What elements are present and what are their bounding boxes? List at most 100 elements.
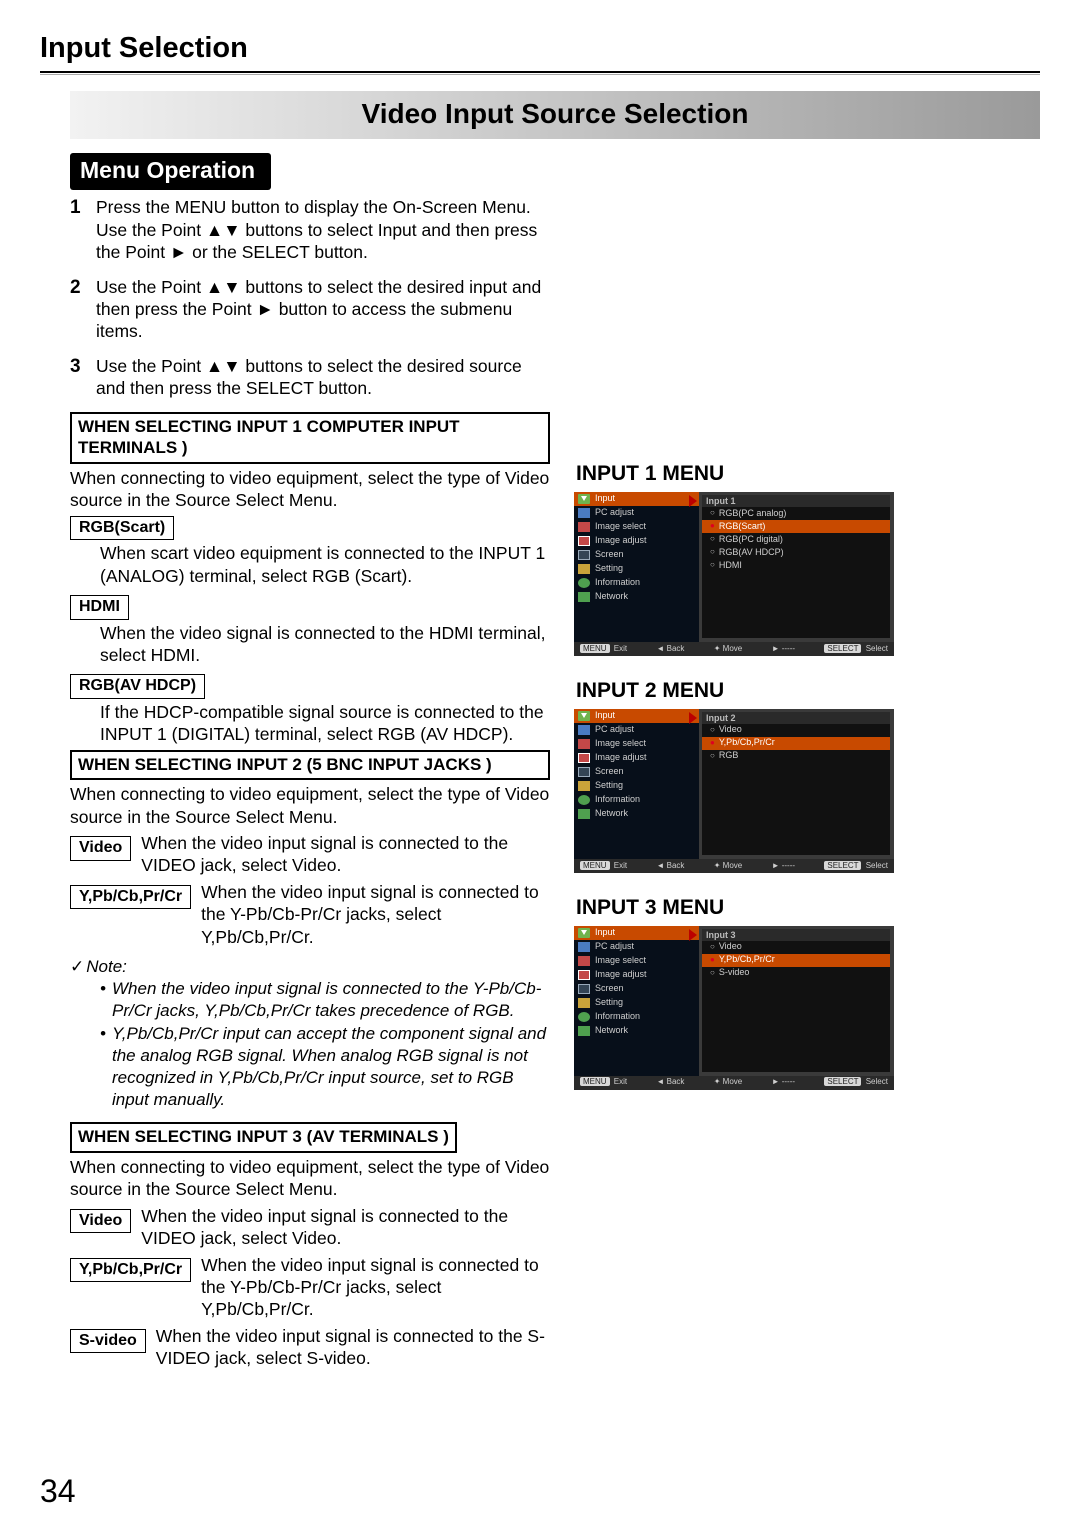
osd-option: RGB(Scart) [702, 520, 890, 533]
osd-sidebar-item: Image select [574, 520, 699, 534]
osd-sidebar-item: PC adjust [574, 723, 699, 737]
menu-icon [578, 725, 590, 735]
page-header: Input Selection [40, 30, 1040, 73]
osd-sidebar-item: Setting [574, 996, 699, 1010]
nav-back: Back [667, 1077, 685, 1086]
menu-icon [578, 578, 590, 588]
step-num: 2 [70, 276, 96, 343]
select-tag: SELECT [824, 644, 861, 653]
osd-sidebar-item: Image select [574, 737, 699, 751]
menu-icon [578, 508, 590, 518]
osd-sidebar-item: PC adjust [574, 506, 699, 520]
step-num: 1 [70, 196, 96, 263]
input1-intro: When connecting to video equipment, sele… [70, 467, 550, 512]
osd-sidebar-item: Input [574, 709, 699, 723]
osd-sidebar-label: Information [595, 577, 640, 589]
osd-option: Y,Pb/Cb,Pr/Cr [702, 737, 890, 750]
osd-navbar: MENU Exit ◄ Back ✦ Move ► ----- SELECT S… [574, 859, 894, 873]
osd-options-panel: Input 2 VideoY,Pb/Cb,Pr/CrRGB [702, 712, 890, 855]
step-text: Press the MENU button to display the On-… [96, 196, 550, 263]
osd-panel-header: Input 1 [702, 495, 890, 507]
menu-icon [578, 809, 590, 819]
video-label: Video [70, 836, 131, 860]
note-item: When the video input signal is connected… [100, 978, 550, 1022]
osd-sidebar-label: PC adjust [595, 941, 634, 953]
menu-tag: MENU [580, 644, 610, 653]
osd-sidebar-item: Information [574, 1010, 699, 1024]
osd-sidebar-item: Screen [574, 548, 699, 562]
osd-sidebar-label: Input [595, 927, 615, 939]
osd-sidebar-label: Information [595, 794, 640, 806]
osd-sidebar-label: Screen [595, 983, 624, 995]
select-tag: SELECT [824, 1077, 861, 1086]
osd-panel-header: Input 3 [702, 929, 890, 941]
input2-heading-box: WHEN SELECTING INPUT 2 (5 BNC INPUT JACK… [70, 750, 550, 781]
nav-back: Back [667, 644, 685, 653]
menu-icon [578, 984, 590, 994]
note-list: When the video input signal is connected… [70, 978, 550, 1111]
steps-list: 1Press the MENU button to display the On… [70, 196, 550, 399]
osd-input2: Input PC adjustImage selectImage adjust Sc… [574, 709, 894, 873]
nav-select: Select [866, 1077, 888, 1086]
hdmi-label: HDMI [70, 595, 129, 619]
nav-select: Select [866, 644, 888, 653]
osd-sidebar-item: Image adjust [574, 968, 699, 982]
video-label-3: Video [70, 1209, 131, 1233]
svideo-text: When the video input signal is connected… [156, 1325, 550, 1370]
osd-option: HDMI [702, 559, 890, 572]
osd-sidebar-item: Network [574, 590, 699, 604]
osd-sidebar-label: Network [595, 591, 628, 603]
step-text: Use the Point ▲▼ buttons to select the d… [96, 276, 550, 343]
menu-icon [578, 998, 590, 1008]
osd-sidebar-item: Network [574, 807, 699, 821]
osd-option: RGB(AV HDCP) [702, 546, 890, 559]
rgb-scart-label: RGB(Scart) [70, 516, 174, 540]
input1-heading-box: WHEN SELECTING INPUT 1 COMPUTER INPUT TE… [70, 412, 550, 465]
menu-icon [578, 494, 590, 504]
osd-sidebar-label: PC adjust [595, 724, 634, 736]
ypbcb-text-input2: When the video input signal is connected… [201, 881, 550, 948]
osd-sidebar-item: Setting [574, 562, 699, 576]
menu-icon [578, 739, 590, 749]
menu-icon [578, 956, 590, 966]
osd-sidebar-label: Screen [595, 766, 624, 778]
input2-intro: When connecting to video equipment, sele… [70, 783, 550, 828]
select-tag: SELECT [824, 861, 861, 870]
nav-dash: ----- [782, 861, 795, 870]
osd-option: Y,Pb/Cb,Pr/Cr [702, 954, 890, 967]
osd-sidebar-item: Screen [574, 765, 699, 779]
input3-heading-box: WHEN SELECTING INPUT 3 (AV TERMINALS ) [70, 1122, 457, 1153]
menu-icon [578, 942, 590, 952]
note-item: Y,Pb/Cb,Pr/Cr input can accept the compo… [100, 1023, 550, 1110]
osd-option: Video [702, 941, 890, 954]
video-text-input2: When the video input signal is connected… [141, 832, 550, 877]
svideo-label: S-video [70, 1329, 146, 1353]
osd-sidebar-item: PC adjust [574, 940, 699, 954]
nav-exit: Exit [614, 1077, 627, 1086]
arrow-icon [689, 929, 697, 941]
arrow-icon [689, 495, 697, 507]
right-column: INPUT 1 MENU InputPC adjustImage selectI… [574, 153, 1040, 1370]
osd-sidebar: Input PC adjustImage selectImage adjust Sc… [574, 709, 699, 859]
osd-option: RGB(PC analog) [702, 507, 890, 520]
osd-sidebar-item: Image select [574, 954, 699, 968]
osd-option: RGB [702, 750, 890, 763]
nav-exit: Exit [614, 861, 627, 870]
menu-icon [578, 753, 590, 763]
osd-option: Video [702, 724, 890, 737]
osd-sidebar-label: Image adjust [595, 752, 647, 764]
input2-menu-title: INPUT 2 MENU [576, 678, 1040, 705]
osd-panel-header: Input 2 [702, 712, 890, 724]
ypbcb-text-input3: When the video input signal is connected… [201, 1254, 550, 1321]
osd-sidebar-label: Image select [595, 521, 646, 533]
rgbav-text: If the HDCP-compatible signal source is … [70, 701, 550, 746]
osd-sidebar: InputPC adjustImage selectImage adjustSc… [574, 492, 699, 642]
page-number: 34 [40, 1471, 76, 1512]
menu-icon [578, 564, 590, 574]
osd-input1: InputPC adjustImage selectImage adjustSc… [574, 492, 894, 656]
osd-sidebar-label: Setting [595, 780, 623, 792]
menu-icon [578, 592, 590, 602]
menu-icon [578, 767, 590, 777]
menu-operation-heading: Menu Operation [70, 153, 271, 190]
osd-sidebar-label: Input [595, 710, 615, 722]
